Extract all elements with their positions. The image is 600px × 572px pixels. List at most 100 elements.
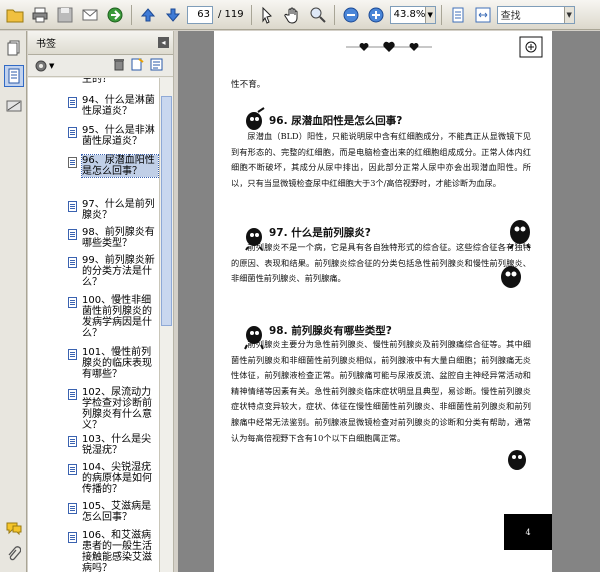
arrow-down-icon [165,8,181,22]
bookmark-label: 99、前列腺炎新的分类方法是什么？ [82,255,155,288]
bookmark-item[interactable]: 94、什么是淋菌性尿道炎？ [68,95,158,117]
fit-width-icon [475,7,491,22]
chevron-down-icon: ▼ [563,6,574,23]
bookmark-item[interactable]: 96、尿潜血阳性是怎么回事？ [68,154,159,178]
bookmark-page-icon [68,229,77,240]
bookmark-label: 102、尿流动力学检查对诊断前列腺炎有什么意义？ [82,387,152,431]
bookmark-label: 95、什么是非淋菌性尿道炎？ [82,125,155,147]
zoom-level-select[interactable]: 43.8% ▼ [389,5,436,24]
section-body-97: 前列腺炎不是一个病，它是具有各自独特形式的综合征。这些综合征各有独特的原因、表现… [231,240,531,287]
bookmark-item[interactable]: 102、尿流动力学检查对诊断前列腺炎有什么意义？ [68,387,158,431]
attachments-panel-button[interactable] [4,543,24,565]
bookmark-label: 103、什么是尖锐湿疣？ [82,434,152,456]
print-button[interactable] [29,4,51,26]
section-body-98: 前列腺炎主要分为急性前列腺炎、慢性前列腺炎及前列腺痛综合征等。其中细菌性前列腺炎… [231,337,531,446]
save-button[interactable] [54,4,76,26]
zoom-out-button[interactable] [340,4,362,26]
bookmark-page-icon [68,297,77,308]
bookmark-item[interactable]: 103、什么是尖锐湿疣？ [68,434,158,456]
bookmarks-panel-button[interactable] [4,65,24,87]
text-cursor-icon [262,6,272,24]
zoom-tool-button[interactable] [307,4,329,26]
comment-icon [6,522,22,535]
bookmark-page-icon [8,68,20,84]
bookmark-item[interactable]: 105、艾滋病是怎么回事？ [68,501,158,523]
bookmark-item[interactable]: 生的？ [68,78,158,87]
zoom-in-button[interactable] [365,4,387,26]
comments-panel-button[interactable] [4,517,24,539]
pages-panel-button[interactable] [4,37,24,59]
fit-page-button[interactable] [447,4,469,26]
options-menu-button[interactable]: ▼ [34,59,54,73]
bookmark-page-icon [68,97,77,108]
open-folder-button[interactable] [4,4,26,26]
bookmark-item[interactable]: 99、前列腺炎新的分类方法是什么？ [68,255,158,288]
chevron-down-icon: ▼ [49,61,55,70]
pages-icon [7,40,20,56]
paragraph: 尿潜血（BLD）阳性，只能说明尿中含有红细胞成分，不能真正从显微镜下见到有形态的… [231,131,531,188]
scrollbar-thumb[interactable] [161,96,172,326]
signatures-panel-button[interactable] [4,95,24,117]
email-button[interactable] [79,4,101,26]
decorative-hearts-icon [346,41,432,52]
section-body-96: 尿潜血（BLD）阳性，只能说明尿中含有红细胞成分，不能真正从显微镜下见到有形态的… [231,129,531,191]
pdf-page: 性不育。 96. 尿潜血阳性是怎么回事? 尿潜血（BLD）阳性，只能说明尿中含有… [214,31,552,572]
chevron-down-icon: ▼ [424,6,435,23]
navigation-pane-bar [0,31,27,572]
bookmark-item[interactable]: 100、慢性非细菌性前列腺炎的发病学病因是什么？ [68,295,158,339]
fit-width-button[interactable] [472,4,494,26]
bookmark-item[interactable]: 97、什么是前列腺炎？ [68,199,158,221]
next-page-button[interactable] [162,4,184,26]
globe-arrow-icon [107,7,123,22]
hand-tool-button[interactable] [282,4,304,26]
bookmarks-scrollbar[interactable] [159,78,173,572]
paragraph: 前列腺炎不是一个病，它是具有各自独特形式的综合征。这些综合征各有独特的原因、表现… [231,242,531,284]
bookmark-page-icon [68,127,77,138]
bookmarks-tree: 生的？ 94、什么是淋菌性尿道炎？ 95、什么是非淋菌性尿道炎？ 96、尿潜血阳性是怎… [28,78,159,572]
web-button[interactable] [104,4,126,26]
toolbar-separator [131,4,132,25]
bookmark-item[interactable]: 98、前列腺炎有哪些类型？ [68,227,158,249]
paperclip-icon [8,546,21,561]
bookmarks-panel-title: 书签 [36,39,56,50]
search-input[interactable]: 查找 ▼ [496,5,575,24]
toolbar-separator [250,4,252,25]
bookmark-item[interactable]: 95、什么是非淋菌性尿道炎？ [68,125,158,147]
new-bookmark-icon[interactable] [131,58,144,71]
bookmark-label: 97、什么是前列腺炎？ [82,199,155,221]
gear-icon [35,60,47,71]
delete-bookmark-icon[interactable] [113,58,125,71]
book-logo-icon [519,36,543,58]
hand-icon [284,7,298,24]
bookmark-page-icon [68,157,77,168]
document-viewport: 性不育。 96. 尿潜血阳性是怎么回事? 尿潜血（BLD）阳性，只能说明尿中含有… [178,31,600,572]
previous-page-button[interactable] [137,4,159,26]
bookmark-label: 106、和艾滋病患者的一般生活接触能感染艾滋病吗？ [82,530,152,572]
page-number-input[interactable] [187,5,213,24]
zoom-in-icon [368,7,384,22]
bookmark-page-icon [68,464,77,475]
bookmark-label: 生的？ [82,78,112,85]
bookmark-item[interactable]: 106、和艾滋病患者的一般生活接触能感染艾滋病吗？ [68,530,158,572]
arrow-up-icon [140,7,156,21]
bookmark-page-icon [68,389,77,400]
toolbar-separator [333,4,335,25]
close-icon[interactable]: ◂ [158,37,169,48]
page-total-label: / 119 [218,9,244,20]
printer-icon [32,7,48,22]
bookmark-label: 98、前列腺炎有哪些类型？ [82,227,155,249]
bookmark-label: 105、艾滋病是怎么回事？ [82,501,152,523]
select-tool-button[interactable] [257,4,279,26]
paragraph: 前列腺炎主要分为急性前列腺炎、慢性前列腺炎及前列腺痛综合征等。其中细菌性前列腺炎… [231,339,531,443]
page-number-badge: 4 [504,514,552,550]
bookmark-item[interactable]: 104、尖锐湿疣的病原体是如何传播的？ [68,462,158,495]
folder-icon [6,9,24,22]
zoom-out-icon [343,7,359,22]
bookmarks-panel-header: 书签 ◂ [28,31,173,55]
bookmark-label: 100、慢性非细菌性前列腺炎的发病学病因是什么？ [82,295,152,339]
bookmarks-toolbar: ▼ [28,55,173,77]
bookmark-page-icon [68,349,77,360]
bookmark-item[interactable]: 101、慢性前列腺炎的临床表现有哪些？ [68,347,158,380]
section-heading-97: 97. 什么是前列腺炎? [269,227,371,239]
expand-bookmark-icon[interactable] [150,58,163,71]
